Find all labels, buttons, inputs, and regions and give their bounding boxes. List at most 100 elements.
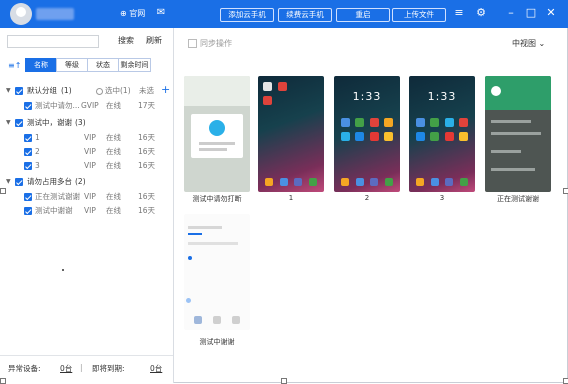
device-row[interactable]: 1 VIP 在线 16天 [0, 131, 173, 144]
tab-level[interactable]: 等级 [56, 58, 88, 72]
sort-icon[interactable]: ≡↑ [8, 61, 21, 70]
device-checkbox[interactable] [24, 134, 32, 142]
group-checkbox[interactable] [15, 87, 23, 95]
group-checkbox[interactable] [15, 178, 23, 186]
app-grid [340, 118, 394, 141]
device-remaining: 16天 [138, 192, 156, 201]
caret-down-icon[interactable]: ▼ [6, 175, 11, 188]
status-footer: 异常设备: 0台 | 即将到期: 0台 [0, 355, 173, 380]
text-line [491, 168, 535, 171]
group-name: 默认分组 [27, 86, 57, 95]
device-level: VIP [84, 147, 96, 156]
device-name: 2 [35, 147, 40, 156]
group-checkbox[interactable] [15, 119, 23, 127]
text-line [188, 226, 222, 229]
device-row[interactable]: 3 VIP 在线 16天 [0, 159, 173, 172]
group-row-default[interactable]: ▼ 默认分组 (1) 选中(1) 未选 + [0, 83, 173, 97]
device-name: 测试中请勿... [35, 101, 80, 110]
group-count: (1) [61, 86, 72, 95]
add-cloud-phone-button[interactable]: 添加云手机 [220, 8, 274, 22]
footer-divider: | [80, 363, 83, 372]
text-line [491, 132, 541, 135]
device-checkbox[interactable] [24, 162, 32, 170]
caret-down-icon[interactable]: ▼ [6, 116, 11, 129]
group-row-testing[interactable]: ▼ 测试中，谢谢 (3) [0, 116, 173, 129]
close-icon[interactable]: ✕ [544, 6, 558, 20]
expiring-label: 即将到期: [92, 364, 125, 373]
resize-handle[interactable] [563, 188, 568, 194]
device-row[interactable]: 测试中谢谢 VIP 在线 16天 [0, 204, 173, 217]
avatar[interactable] [10, 3, 32, 25]
sync-operation-checkbox[interactable]: 同步操作 [188, 38, 232, 49]
unselected-label: 未选 [139, 86, 154, 95]
checkbox-icon [188, 39, 197, 48]
device-name: 1 [35, 133, 40, 142]
resize-handle[interactable] [0, 188, 6, 194]
app-dock [338, 178, 396, 188]
phone-screen[interactable]: 1:33 [409, 76, 475, 192]
device-row[interactable]: 正在测试谢谢 VIP 在线 16天 [0, 190, 173, 203]
phone-screen[interactable] [184, 214, 250, 330]
resize-handle[interactable] [281, 378, 287, 384]
resize-handle[interactable] [0, 378, 6, 384]
minimize-icon[interactable]: – [504, 6, 518, 20]
phone-screen[interactable] [258, 76, 324, 192]
device-checkbox[interactable] [24, 207, 32, 215]
sort-tabs: 名称 等级 状态 剩余时间 [25, 58, 151, 72]
resize-handle[interactable] [563, 378, 568, 384]
device-name: 正在测试谢谢 [35, 192, 80, 201]
app-logo-icon [209, 120, 225, 136]
search-button[interactable]: 搜索 [118, 35, 134, 46]
device-checkbox[interactable] [24, 148, 32, 156]
tab-indicator [188, 233, 202, 235]
device-status: 在线 [106, 147, 121, 156]
text-line [491, 120, 531, 123]
device-status: 在线 [106, 161, 121, 170]
device-level: GVIP [81, 101, 99, 110]
view-mode-dropdown[interactable]: 中视图 ⌄ [512, 38, 545, 49]
abnormal-devices-count[interactable]: 0台 [60, 363, 72, 374]
view-mode-label: 中视图 [512, 39, 536, 48]
renew-cloud-phone-button[interactable]: 续费云手机 [278, 8, 332, 22]
bottom-nav [188, 316, 246, 326]
mail-icon[interactable]: ✉ [154, 6, 168, 20]
phone-caption: 测试中谢谢 [199, 338, 235, 346]
device-remaining: 16天 [138, 206, 156, 215]
refresh-button[interactable]: 刷新 [146, 35, 162, 46]
device-level: VIP [84, 192, 96, 201]
phone-caption: 正在测试谢谢 [497, 195, 539, 203]
app-header [184, 76, 250, 106]
restart-button[interactable]: 重启 [336, 8, 390, 22]
device-status: 在线 [106, 101, 121, 110]
chevron-down-icon: ⌄ [538, 39, 546, 48]
radio-icon [96, 87, 103, 95]
add-group-icon[interactable]: + [161, 83, 170, 96]
list-dot [188, 256, 192, 260]
tab-name[interactable]: 名称 [25, 58, 57, 72]
group-name: 测试中，谢谢 [27, 118, 72, 127]
device-checkbox[interactable] [24, 102, 32, 110]
device-checkbox[interactable] [24, 193, 32, 201]
upload-file-button[interactable]: 上传文件 [392, 8, 446, 22]
search-input[interactable] [7, 35, 99, 48]
phone-screen[interactable] [485, 76, 551, 192]
selected-radio[interactable]: 选中(1) [96, 84, 131, 97]
device-status: 在线 [106, 206, 121, 215]
expiring-count[interactable]: 0台 [150, 363, 162, 374]
menu-icon[interactable]: ≡ [452, 6, 466, 20]
phone-screen[interactable] [184, 76, 250, 192]
maximize-icon[interactable]: □ [524, 6, 538, 20]
group-row-do-not-occupy[interactable]: ▼ 请勿占用多台 (2) [0, 175, 173, 188]
device-list-panel: 搜索 刷新 ≡↑ 名称 等级 状态 剩余时间 ▼ 默认分组 (1) 选中(1) … [0, 28, 174, 383]
device-row[interactable]: 测试中请勿... GVIP 在线 17天 [0, 99, 173, 112]
device-row[interactable]: 2 VIP 在线 16天 [0, 145, 173, 158]
caret-down-icon[interactable]: ▼ [6, 84, 11, 97]
phone-screen[interactable]: 1:33 [334, 76, 400, 192]
device-status: 在线 [106, 133, 121, 142]
group-name: 请勿占用多台 [27, 177, 72, 186]
gear-icon[interactable]: ⚙ [474, 6, 488, 20]
website-link[interactable]: ⊕ 官网 [120, 8, 145, 19]
tab-status[interactable]: 状态 [87, 58, 119, 72]
device-level: VIP [84, 161, 96, 170]
tab-remaining-time[interactable]: 剩余时间 [118, 58, 151, 72]
